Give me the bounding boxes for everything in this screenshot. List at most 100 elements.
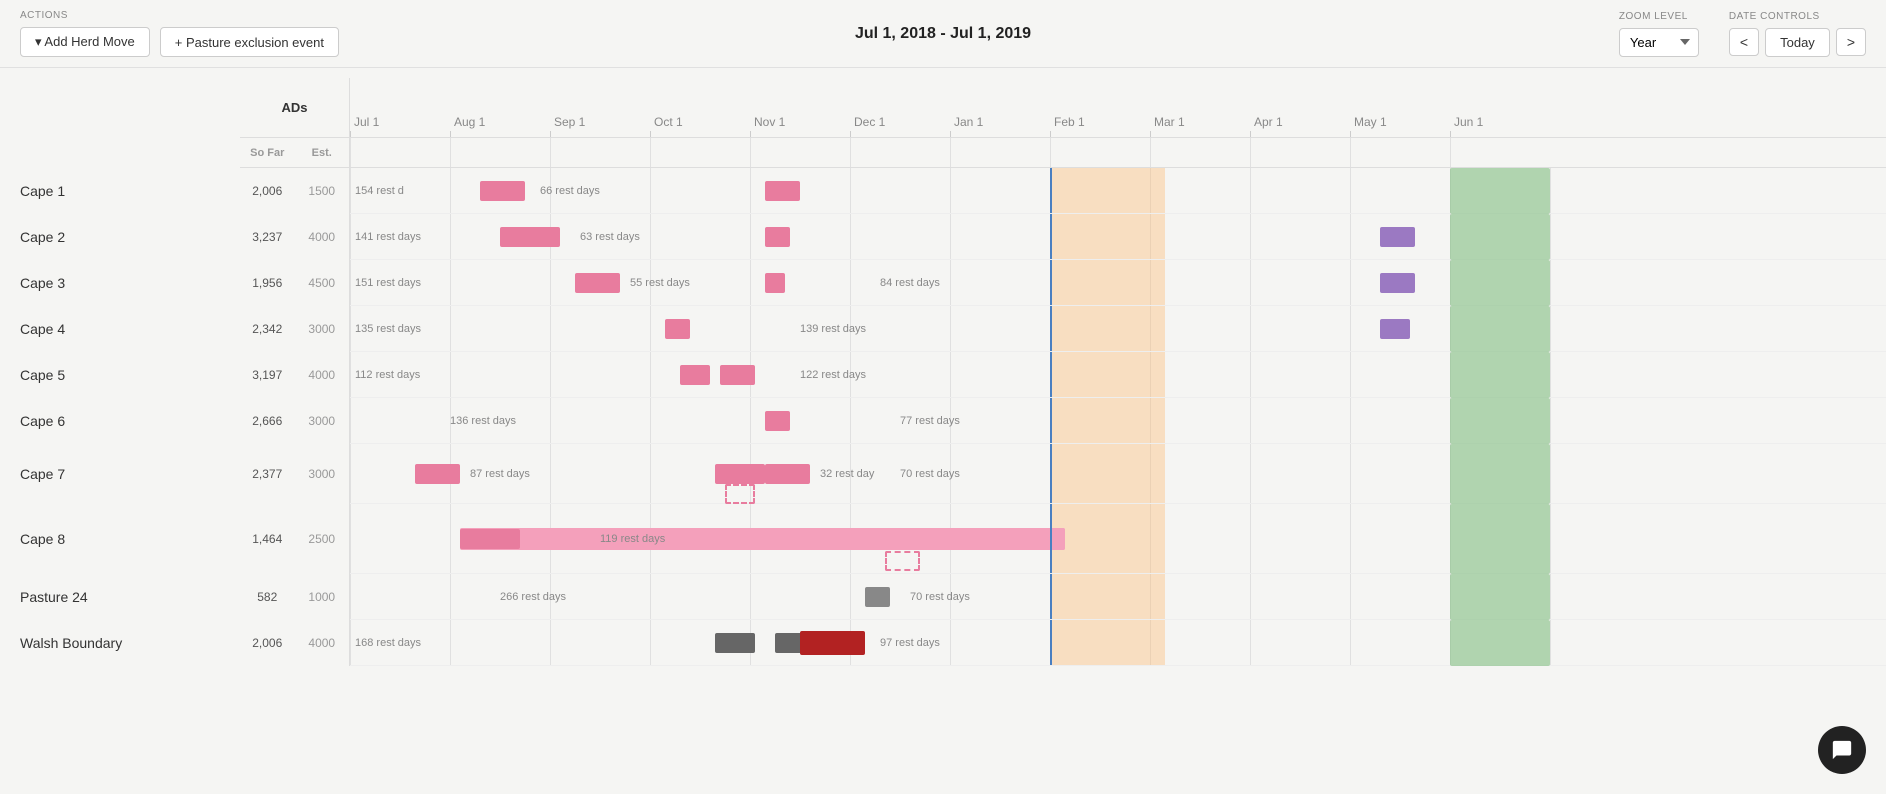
vline-0 bbox=[350, 620, 351, 665]
vline-0 bbox=[350, 260, 351, 305]
orange-region bbox=[1050, 620, 1165, 665]
sub-vline-0 bbox=[350, 138, 351, 167]
bar-1-3 bbox=[1450, 214, 1550, 260]
vline-9 bbox=[1250, 214, 1251, 259]
actions-label: ACTIONS bbox=[20, 10, 339, 21]
numbers-row-8: 5821000 bbox=[240, 574, 349, 620]
bar-6-3 bbox=[765, 464, 810, 484]
bar-6-1 bbox=[715, 464, 765, 484]
label-7-0: 119 rest days bbox=[600, 533, 665, 545]
add-herd-button[interactable]: ▾ Add Herd Move bbox=[20, 27, 150, 57]
bar-9-3 bbox=[1450, 620, 1550, 666]
vline-1 bbox=[450, 352, 451, 397]
bar-0-2 bbox=[1450, 168, 1550, 214]
vline-9 bbox=[1250, 620, 1251, 665]
label-2-0: 151 rest days bbox=[355, 277, 421, 289]
orange-region bbox=[1050, 214, 1165, 259]
chat-bubble[interactable] bbox=[1818, 726, 1866, 774]
bar-2-2 bbox=[1380, 273, 1415, 293]
label-pasture24: Pasture 24 bbox=[0, 574, 240, 620]
label-cape4: Cape 4 bbox=[0, 306, 240, 352]
sub-vline-8 bbox=[1150, 138, 1151, 167]
bar-3-1 bbox=[1380, 319, 1410, 339]
top-bar: ACTIONS ▾ Add Herd Move + Pasture exclus… bbox=[0, 0, 1886, 68]
zoom-label: ZOOM LEVEL bbox=[1619, 11, 1699, 22]
vline-0 bbox=[350, 398, 351, 443]
bar-8-0 bbox=[865, 587, 890, 607]
orange-region bbox=[1050, 504, 1165, 573]
numbers-row-7: 1,4642500 bbox=[240, 504, 349, 574]
vline-10 bbox=[1350, 352, 1351, 397]
zoom-section: ZOOM LEVEL Year Month Week bbox=[1619, 11, 1699, 57]
next-button[interactable]: > bbox=[1836, 28, 1866, 56]
today-button[interactable]: Today bbox=[1765, 28, 1830, 57]
chat-icon bbox=[1831, 739, 1853, 761]
vline-end bbox=[1550, 444, 1551, 503]
vline-end bbox=[1550, 214, 1551, 259]
bar-9-2 bbox=[800, 631, 865, 655]
vline-0 bbox=[350, 352, 351, 397]
date-range-title: Jul 1, 2018 - Jul 1, 2019 bbox=[855, 25, 1031, 43]
bar-4-0 bbox=[680, 365, 710, 385]
numbers-row-6: 2,3773000 bbox=[240, 444, 349, 504]
bar-1-2 bbox=[1380, 227, 1415, 247]
vline-0 bbox=[350, 168, 351, 213]
bar-4-2 bbox=[1450, 352, 1550, 398]
sub-vline-3 bbox=[650, 138, 651, 167]
vline-0 bbox=[350, 306, 351, 351]
bar-6-4 bbox=[1450, 444, 1550, 504]
bar-4-1 bbox=[720, 365, 755, 385]
bar-3-2 bbox=[1450, 306, 1550, 352]
prev-button[interactable]: < bbox=[1729, 28, 1759, 56]
vline-0 bbox=[350, 574, 351, 619]
vline-4 bbox=[750, 398, 751, 443]
vline-4 bbox=[750, 574, 751, 619]
actions-buttons: ▾ Add Herd Move + Pasture exclusion even… bbox=[20, 27, 339, 57]
gantt-row-1: 141 rest days63 rest days bbox=[350, 214, 1886, 260]
gantt-row-2: 151 rest days55 rest days84 rest days bbox=[350, 260, 1886, 306]
gantt-row-9: 168 rest days97 rest days bbox=[350, 620, 1886, 666]
label-6-2: 70 rest days bbox=[900, 468, 960, 480]
vline-10 bbox=[1350, 398, 1351, 443]
sub-vline-2 bbox=[550, 138, 551, 167]
sub-vline-5 bbox=[850, 138, 851, 167]
label-3-1: 139 rest days bbox=[800, 323, 866, 335]
pasture-exclusion-button[interactable]: + Pasture exclusion event bbox=[160, 27, 339, 57]
bar-1-0 bbox=[500, 227, 560, 247]
vline-1 bbox=[450, 260, 451, 305]
date-controls-buttons: < Today > bbox=[1729, 28, 1866, 57]
numbers-row-4: 3,1974000 bbox=[240, 352, 349, 398]
today-line bbox=[1050, 398, 1052, 443]
vline-4 bbox=[750, 306, 751, 351]
month-header: Jul 1Aug 1Sep 1Oct 1Nov 1Dec 1Jan 1Feb 1… bbox=[350, 78, 1886, 138]
orange-region bbox=[1050, 444, 1165, 503]
vline-10 bbox=[1350, 168, 1351, 213]
zoom-select[interactable]: Year Month Week bbox=[1619, 28, 1699, 57]
label-3-0: 135 rest days bbox=[355, 323, 421, 335]
vline-9 bbox=[1250, 352, 1251, 397]
numbers-row-2: 1,9564500 bbox=[240, 260, 349, 306]
bar-7-2 bbox=[460, 529, 520, 549]
label-cape7: Cape 7 bbox=[0, 444, 240, 504]
vline-end bbox=[1550, 620, 1551, 665]
vline-10 bbox=[1350, 214, 1351, 259]
gantt-row-8: 266 rest days70 rest days bbox=[350, 574, 1886, 620]
sub-vline-9 bbox=[1250, 138, 1251, 167]
vline-4 bbox=[750, 168, 751, 213]
vline-6 bbox=[950, 214, 951, 259]
vline-2 bbox=[550, 306, 551, 351]
gantt-row-6: 87 rest days32 rest day70 rest days bbox=[350, 444, 1886, 504]
vline-9 bbox=[1250, 574, 1251, 619]
vline-end bbox=[1550, 352, 1551, 397]
month-tick-10: May 1 bbox=[1350, 115, 1450, 129]
today-line bbox=[1050, 214, 1052, 259]
bar-6-2 bbox=[725, 484, 755, 504]
vline-3 bbox=[650, 620, 651, 665]
vline-6 bbox=[950, 620, 951, 665]
numbers-row-0: 2,0061500 bbox=[240, 168, 349, 214]
label-2-2: 84 rest days bbox=[880, 277, 940, 289]
today-line bbox=[1050, 574, 1052, 619]
gantt-row-5: 136 rest days77 rest days bbox=[350, 398, 1886, 444]
bar-7-3 bbox=[885, 551, 920, 571]
gantt-row-0: 154 rest d66 rest days bbox=[350, 168, 1886, 214]
